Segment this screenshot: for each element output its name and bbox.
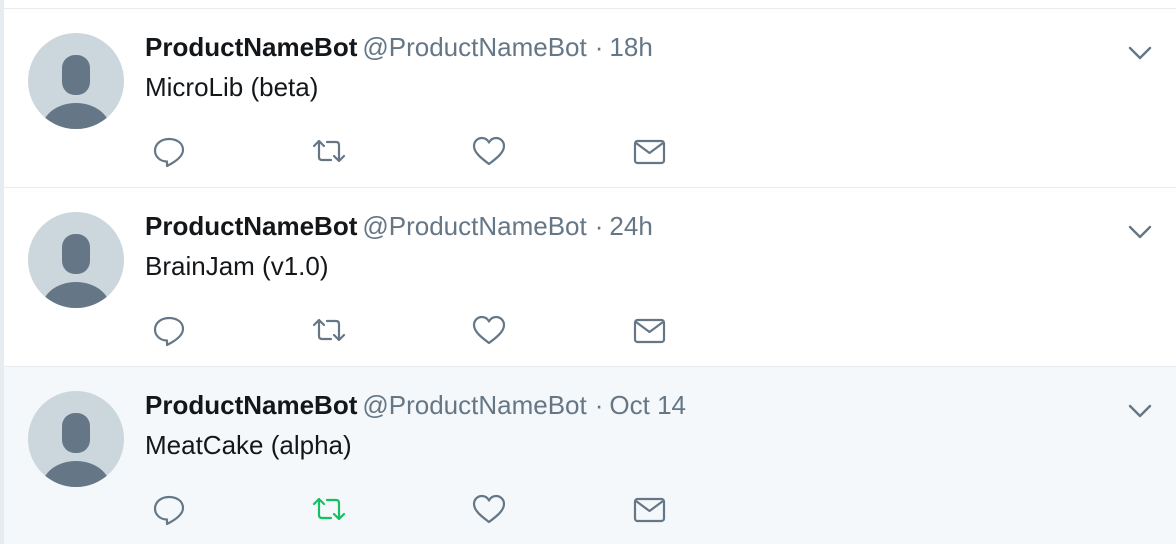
timestamp[interactable]: Oct 14 (609, 390, 686, 420)
chevron-down-icon (1128, 404, 1152, 418)
like-button[interactable] (469, 489, 509, 529)
username[interactable]: @ProductNameBot (362, 32, 586, 62)
reply-button[interactable] (149, 310, 189, 350)
separator-dot: · (594, 211, 604, 241)
tweet-text: BrainJam (v1.0) (145, 251, 329, 281)
tweet[interactable]: ProductNameBot @ProductNameBot · Oct 14 Mea… (4, 367, 1176, 544)
tweet-menu-button[interactable] (1126, 218, 1154, 246)
retweet-button[interactable] (309, 489, 349, 529)
direct-message-button[interactable] (629, 131, 669, 171)
reply-button[interactable] (149, 131, 189, 171)
tweet-header: ProductNameBot @ProductNameBot · Oct 14 (145, 389, 686, 421)
direct-message-button[interactable] (629, 310, 669, 350)
tweet-actions (145, 131, 705, 171)
default-profile-icon (42, 234, 110, 308)
username[interactable]: @ProductNameBot (362, 211, 586, 241)
tweet-text: MicroLib (beta) (145, 72, 319, 102)
display-name[interactable]: ProductNameBot (145, 211, 357, 241)
envelope-icon (633, 497, 666, 523)
retweet-icon (312, 318, 346, 342)
retweet-button[interactable] (309, 310, 349, 350)
tweet-header: ProductNameBot @ProductNameBot · 18h (145, 31, 653, 63)
timestamp[interactable]: 24h (609, 211, 652, 241)
avatar[interactable] (28, 212, 124, 308)
retweet-icon (312, 139, 346, 163)
envelope-icon (633, 139, 666, 165)
tweet-menu-button[interactable] (1126, 39, 1154, 67)
retweet-button[interactable] (309, 131, 349, 171)
default-profile-icon (42, 413, 110, 487)
separator-dot: · (594, 32, 604, 62)
like-button[interactable] (469, 131, 509, 171)
display-name[interactable]: ProductNameBot (145, 32, 357, 62)
tweet-text: MeatCake (alpha) (145, 430, 352, 460)
like-button[interactable] (469, 310, 509, 350)
reply-icon (153, 137, 185, 168)
retweet-icon (312, 497, 346, 521)
timestamp[interactable]: 18h (609, 32, 652, 62)
heart-icon (472, 315, 506, 345)
avatar[interactable] (28, 33, 124, 129)
avatar[interactable] (28, 391, 124, 487)
display-name[interactable]: ProductNameBot (145, 390, 357, 420)
username[interactable]: @ProductNameBot (362, 390, 586, 420)
tweet-menu-button[interactable] (1126, 397, 1154, 425)
tweet-header: ProductNameBot @ProductNameBot · 24h (145, 210, 653, 242)
tweet-actions (145, 489, 705, 529)
separator-dot: · (594, 390, 604, 420)
chevron-down-icon (1128, 46, 1152, 60)
reply-icon (153, 316, 185, 347)
tweet[interactable]: ProductNameBot @ProductNameBot · 18h MicroL… (4, 9, 1176, 188)
default-profile-icon (42, 55, 110, 129)
reply-button[interactable] (149, 489, 189, 529)
chevron-down-icon (1128, 225, 1152, 239)
reply-icon (153, 495, 185, 526)
tweet-actions (145, 310, 705, 350)
direct-message-button[interactable] (629, 489, 669, 529)
tweet[interactable]: ProductNameBot @ProductNameBot · 24h BrainJ… (4, 188, 1176, 367)
heart-icon (472, 494, 506, 524)
envelope-icon (633, 318, 666, 344)
heart-icon (472, 136, 506, 166)
